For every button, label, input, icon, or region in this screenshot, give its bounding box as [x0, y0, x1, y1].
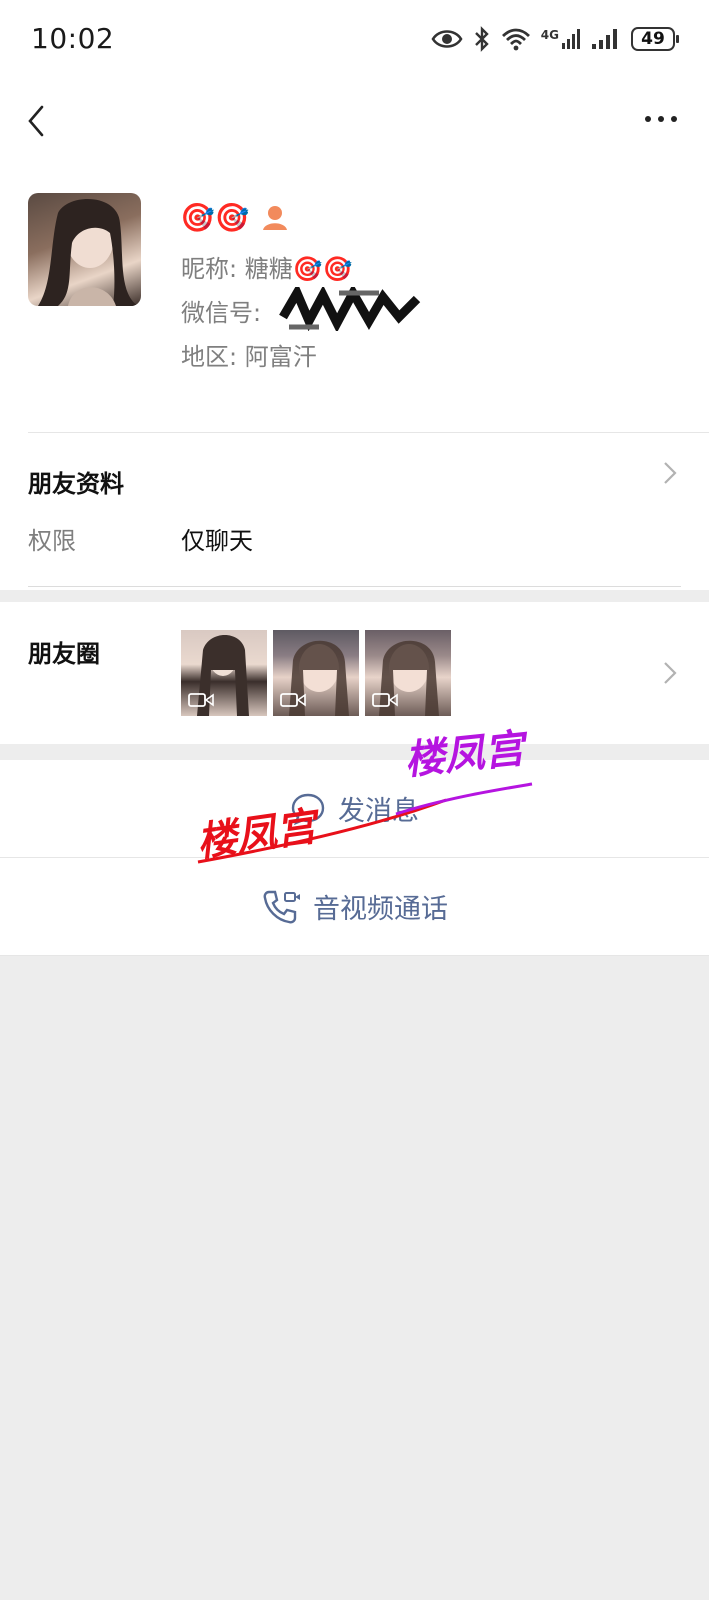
friend-info-title[interactable]: 朋友资料	[28, 464, 124, 499]
video-call-button[interactable]: 音视频通话	[0, 858, 709, 955]
wechat-id-line: 微信号:	[181, 287, 421, 331]
signal-icon	[592, 29, 617, 49]
video-icon	[188, 693, 214, 707]
video-icon	[372, 693, 398, 707]
nickname-line: 昵称: 糖糖🎯🎯	[181, 249, 353, 284]
eye-icon	[431, 30, 463, 48]
phone-video-icon	[263, 890, 300, 923]
permission-label: 权限	[28, 527, 76, 555]
chevron-right-icon[interactable]	[662, 460, 678, 486]
video-icon	[280, 693, 306, 707]
moments-thumbnail[interactable]	[365, 630, 451, 716]
moments-thumbnail[interactable]	[181, 630, 267, 716]
moments-row[interactable]: 朋友圈	[0, 602, 709, 744]
region-value: 阿富汗	[244, 343, 317, 371]
divider	[0, 955, 709, 956]
avatar-photo	[38, 199, 138, 306]
avatar[interactable]	[28, 193, 141, 306]
wechat-id-label: 微信号:	[181, 299, 262, 327]
status-time: 10:02	[31, 22, 115, 55]
back-icon[interactable]	[22, 103, 54, 139]
region-label: 地区:	[181, 343, 238, 371]
more-dots-icon[interactable]	[643, 112, 679, 126]
chevron-right-icon[interactable]	[662, 660, 678, 686]
bluetooth-icon	[474, 26, 489, 52]
network-type: 4G	[540, 28, 559, 42]
nickname-label: 昵称:	[181, 255, 238, 283]
video-call-label: 音视频通话	[313, 894, 448, 925]
wifi-icon	[501, 28, 530, 51]
permission-value: 仅聊天	[181, 527, 253, 555]
person-badge-icon	[262, 205, 287, 230]
battery-icon: 49	[631, 27, 679, 51]
divider	[28, 432, 709, 433]
status-icons: 4G 49	[431, 24, 679, 54]
battery-level: 49	[641, 29, 665, 49]
moments-title: 朋友圈	[28, 640, 100, 668]
display-name-emojis: 🎯🎯	[180, 201, 250, 234]
region-line: 地区: 阿富汗	[181, 337, 317, 372]
nickname-value: 糖糖🎯🎯	[244, 255, 353, 283]
divider	[28, 586, 681, 587]
moments-thumbnail[interactable]	[273, 630, 359, 716]
wechat-id-redaction	[279, 287, 421, 331]
display-name: 🎯🎯	[180, 201, 290, 234]
signal-icon	[562, 29, 580, 49]
network-4g-signal: 4G	[541, 28, 581, 50]
